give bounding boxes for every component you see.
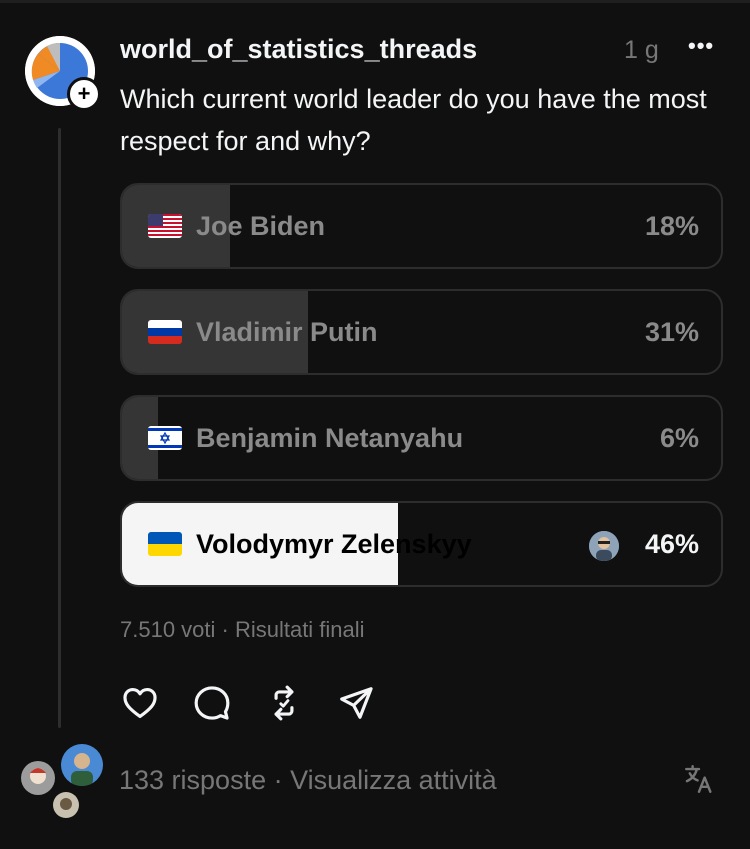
poll-option-label: Vladimir Putin	[196, 317, 378, 347]
poll-option-volodymyr-zelenskyy[interactable]: Volodymyr Zelenskyy 46%	[120, 501, 723, 587]
poll-option-joe-biden[interactable]: Joe Biden 18%	[120, 183, 723, 269]
post-actions	[120, 683, 408, 723]
replies-activity-link[interactable]: 133 risposte · Visualizza attività	[119, 765, 497, 796]
comment-icon	[194, 686, 230, 720]
ua-flag-icon	[148, 532, 182, 556]
poll-option-percent: 46%	[644, 529, 699, 559]
thread-line	[58, 128, 61, 728]
ru-flag-icon	[148, 320, 182, 344]
top-divider	[0, 0, 750, 3]
like-button[interactable]	[120, 683, 160, 723]
poll-option-label: Benjamin Netanyahu	[196, 423, 464, 453]
heart-icon	[123, 687, 157, 719]
post-question: Which current world leader do you have t…	[120, 84, 707, 156]
poll-meta: 7.510 voti · Risultati finali	[120, 617, 365, 642]
poll-option-percent: 6%	[659, 423, 699, 453]
share-button[interactable]	[336, 683, 376, 723]
reply-avatar	[19, 759, 57, 797]
reply-avatar	[51, 790, 81, 820]
voter-avatar	[589, 531, 619, 561]
poll-option-label: Joe Biden	[196, 211, 326, 241]
post-time: 1 g	[624, 36, 659, 64]
more-horizontal-icon[interactable]: •••	[688, 33, 714, 59]
reply-avatar	[59, 742, 105, 788]
il-flag-icon	[148, 426, 182, 450]
poll-option-percent: 31%	[644, 317, 699, 347]
translate-icon	[685, 765, 712, 793]
poll-option-label: Volodymyr Zelenskyy	[196, 529, 472, 559]
send-icon	[340, 687, 373, 719]
poll-option-vladimir-putin[interactable]: Vladimir Putin 31%	[120, 289, 723, 375]
poll-option-percent: 18%	[644, 211, 699, 241]
username[interactable]: world_of_statistics_threads	[120, 34, 477, 65]
us-flag-icon	[148, 214, 182, 238]
repost-button[interactable]	[264, 683, 304, 723]
translate-button[interactable]	[682, 762, 716, 796]
comment-button[interactable]	[192, 683, 232, 723]
follow-plus-button[interactable]: +	[67, 77, 101, 111]
repost-icon	[274, 685, 294, 721]
poll-option-benjamin-netanyahu[interactable]: Benjamin Netanyahu 6%	[120, 395, 723, 481]
